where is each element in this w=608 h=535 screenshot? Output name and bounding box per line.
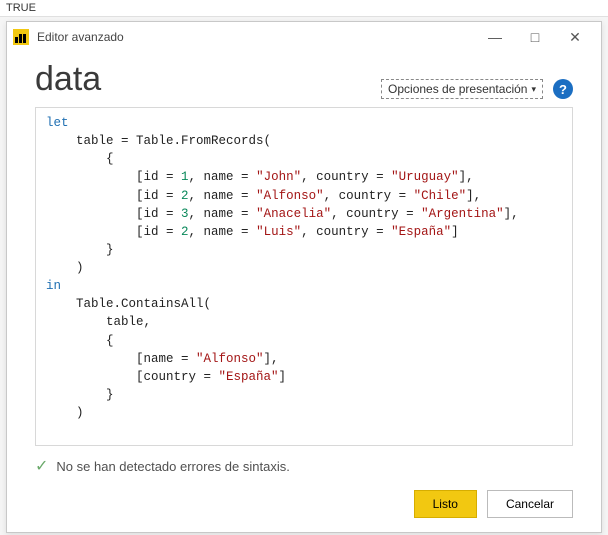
content-area: data Opciones de presentación ▾ ? let ta… bbox=[7, 52, 601, 532]
help-icon[interactable]: ? bbox=[553, 79, 573, 99]
query-name-title: data bbox=[35, 60, 381, 99]
chevron-down-icon: ▾ bbox=[531, 84, 536, 95]
window-title: Editor avanzado bbox=[37, 30, 124, 44]
cancel-button[interactable]: Cancelar bbox=[487, 490, 573, 518]
maximize-button[interactable]: □ bbox=[515, 23, 555, 51]
code-editor[interactable]: let table = Table.FromRecords( { [id = 1… bbox=[35, 107, 573, 446]
check-icon: ✓ bbox=[35, 456, 48, 476]
button-row: Listo Cancelar bbox=[35, 490, 573, 518]
heading-row: data Opciones de presentación ▾ ? bbox=[35, 60, 573, 99]
editor-window: Editor avanzado — □ ✕ data Opciones de p… bbox=[6, 21, 602, 533]
powerbi-icon bbox=[13, 29, 29, 45]
done-button[interactable]: Listo bbox=[414, 490, 477, 518]
close-button[interactable]: ✕ bbox=[555, 23, 595, 51]
status-message: No se han detectado errores de sintaxis. bbox=[56, 459, 289, 474]
display-options-label: Opciones de presentación bbox=[388, 82, 527, 96]
display-options-button[interactable]: Opciones de presentación ▾ bbox=[381, 79, 543, 99]
minimize-button[interactable]: — bbox=[475, 23, 515, 51]
outer-true-label: TRUE bbox=[0, 0, 608, 17]
status-row: ✓ No se han detectado errores de sintaxi… bbox=[35, 456, 573, 476]
titlebar: Editor avanzado — □ ✕ bbox=[7, 22, 601, 52]
